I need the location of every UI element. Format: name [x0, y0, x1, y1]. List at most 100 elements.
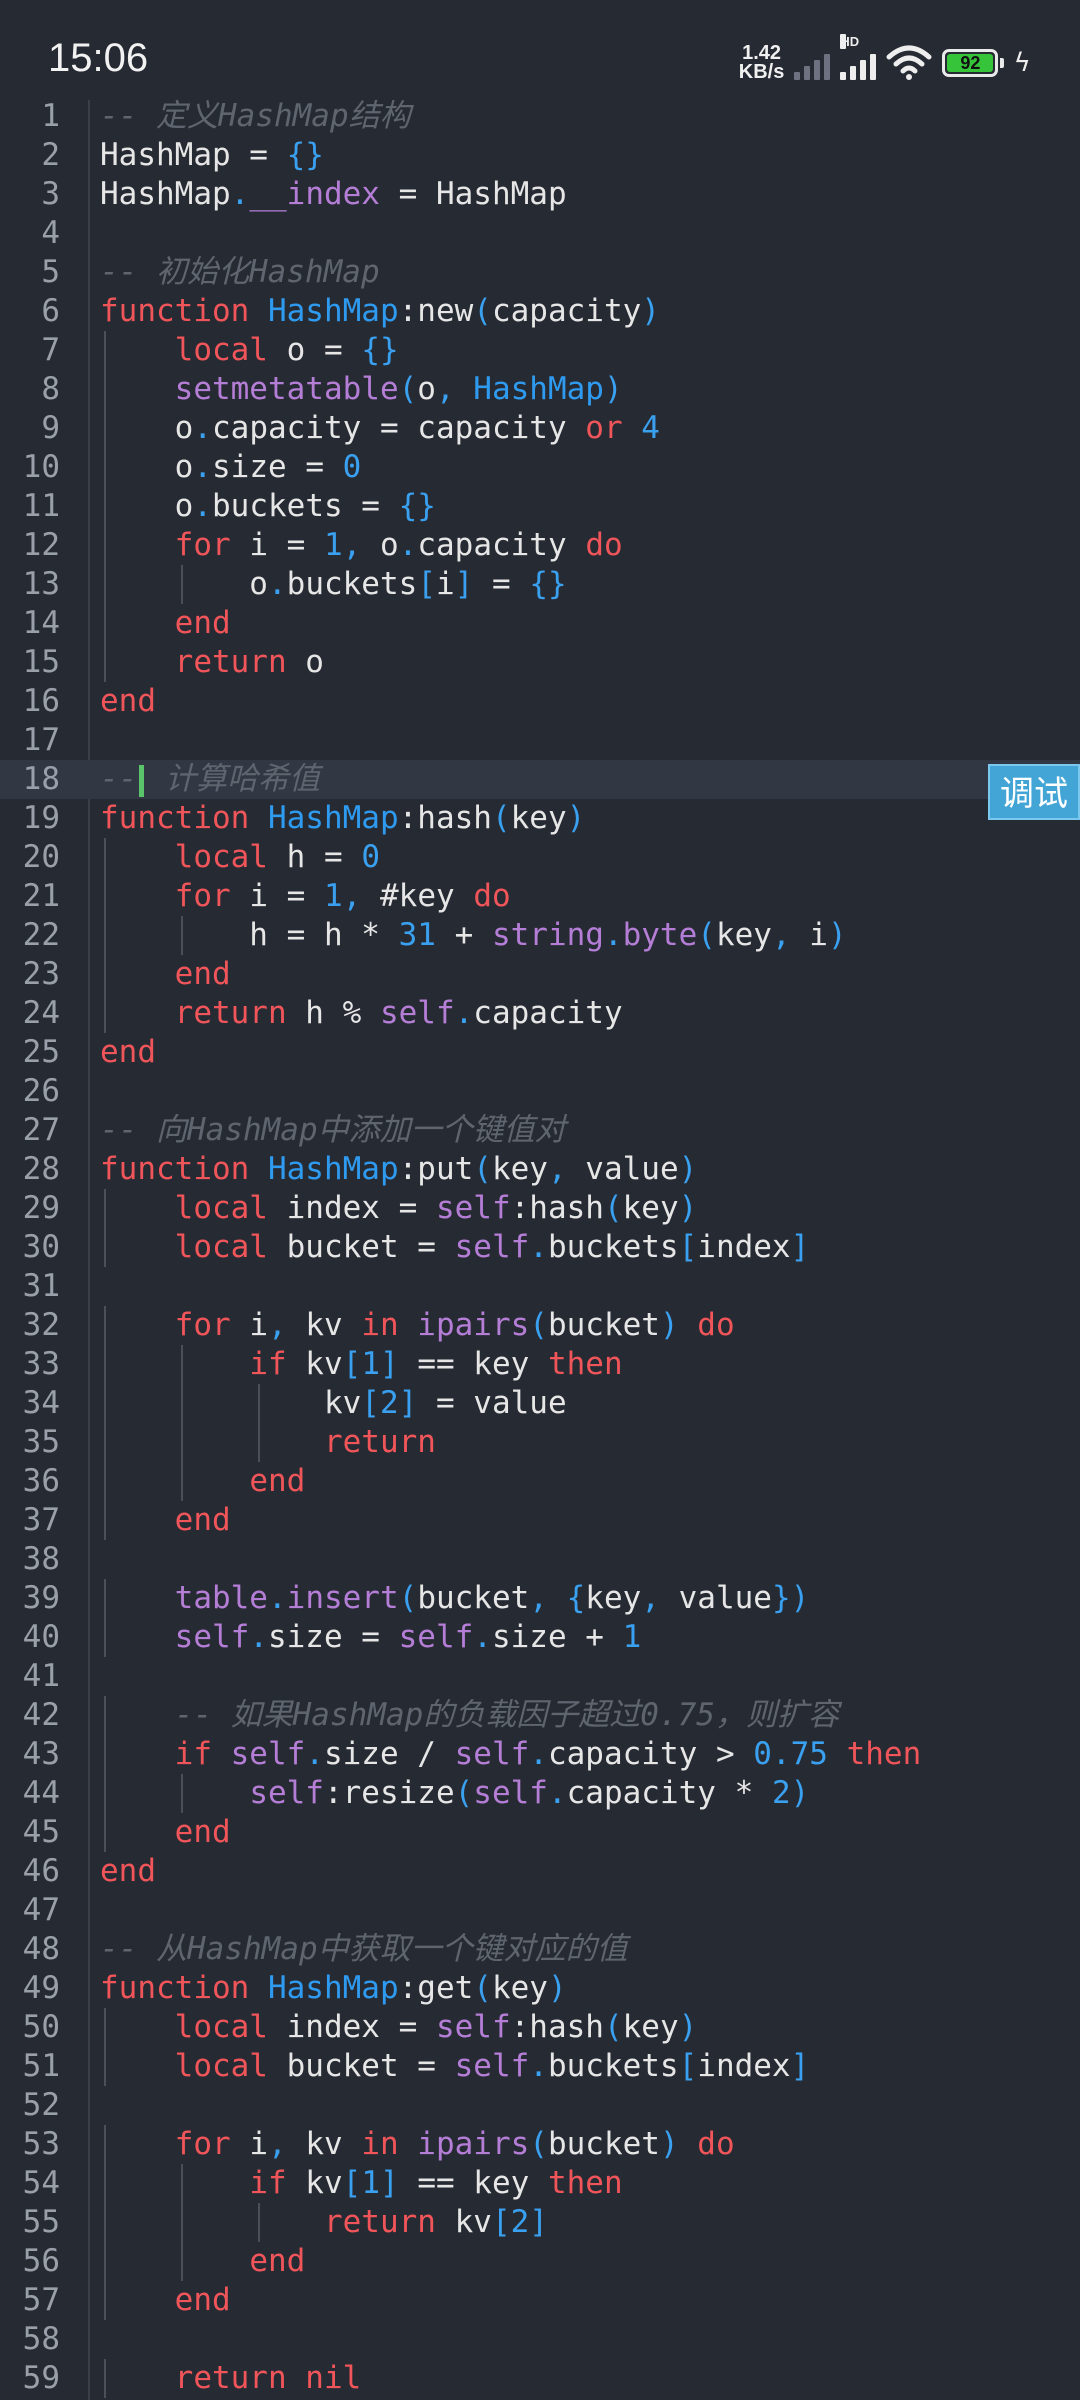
code-token: ) — [678, 1190, 698, 1226]
code-text: return nil — [100, 2359, 362, 2398]
code-line[interactable]: 37 end — [0, 1501, 1080, 1540]
code-line[interactable]: 15 return o — [0, 643, 1080, 682]
code-line[interactable]: 29 local index = self:hash(key) — [0, 1189, 1080, 1228]
code-text: function HashMap:get(key) — [100, 1969, 567, 2008]
code-line[interactable]: 28 function HashMap:put(key, value) — [0, 1150, 1080, 1189]
code-line[interactable]: 21 for i = 1, #key do — [0, 877, 1080, 916]
code-line[interactable]: 19 function HashMap:hash(key) — [0, 799, 1080, 838]
indent-guide — [181, 1384, 184, 1423]
code-token: capacity = capacity — [212, 410, 586, 446]
code-token: capacity — [417, 527, 586, 563]
code-line[interactable]: 24 return h % self.capacity — [0, 994, 1080, 1033]
code-token: = — [473, 566, 530, 602]
code-line[interactable]: 43 if self.size / self.capacity > 0.75 t… — [0, 1735, 1080, 1774]
code-line[interactable]: 9 o.capacity = capacity or 4 — [0, 409, 1080, 448]
code-line[interactable]: 58 — [0, 2320, 1080, 2359]
indent-guide — [104, 409, 106, 448]
code-token: . — [529, 1229, 548, 1265]
code-line[interactable]: 52 — [0, 2086, 1080, 2125]
code-line[interactable]: 38 — [0, 1540, 1080, 1579]
code-line[interactable]: 34 kv[2] = value — [0, 1384, 1080, 1423]
code-token: HashMap = — [100, 137, 287, 173]
code-line[interactable]: 35 return — [0, 1423, 1080, 1462]
code-token: size + — [491, 1619, 623, 1655]
code-text: function HashMap:put(key, value) — [100, 1150, 697, 1189]
code-line[interactable]: 50 local index = self:hash(key) — [0, 2008, 1080, 2047]
code-token: ) — [678, 1151, 698, 1187]
code-text: for i, kv in ipairs(bucket) do — [100, 2125, 735, 2164]
code-line[interactable]: 46 end — [0, 1852, 1080, 1891]
code-token: -- 初始化HashMap — [100, 254, 380, 290]
code-editor[interactable]: 1 -- 定义HashMap结构 2 HashMap = {} 3 HashMap.__i… — [0, 97, 1080, 2398]
indent-guide — [104, 916, 106, 955]
code-line[interactable]: 26 — [0, 1072, 1080, 1111]
code-line[interactable]: 18 -- 计算哈希值 — [0, 760, 1080, 799]
code-token: end — [174, 956, 231, 992]
code-line[interactable]: 55 return kv[2] — [0, 2203, 1080, 2242]
code-line[interactable]: 54 if kv[1] == key then — [0, 2164, 1080, 2203]
code-line[interactable]: 12 for i = 1, o.capacity do — [0, 526, 1080, 565]
code-token: . — [529, 2048, 548, 2084]
code-line[interactable]: 22 h = h * 31 + string.byte(key, i) — [0, 916, 1080, 955]
code-line[interactable]: 40 self.size = self.size + 1 — [0, 1618, 1080, 1657]
code-line[interactable]: 59 return nil — [0, 2359, 1080, 2398]
code-line[interactable]: 51 local bucket = self.buckets[index] — [0, 2047, 1080, 2086]
code-line[interactable]: 5 -- 初始化HashMap — [0, 253, 1080, 292]
code-line[interactable]: 45 end — [0, 1813, 1080, 1852]
code-token: [ — [361, 1385, 380, 1421]
code-line[interactable]: 47 — [0, 1891, 1080, 1930]
code-line[interactable]: 39 table.insert(bucket, {key, value}) — [0, 1579, 1080, 1618]
code-line[interactable]: 32 for i, kv in ipairs(bucket) do — [0, 1306, 1080, 1345]
code-line[interactable]: 10 o.size = 0 — [0, 448, 1080, 487]
code-line[interactable]: 57 end — [0, 2281, 1080, 2320]
code-text: function HashMap:new(capacity) — [100, 292, 660, 331]
code-line[interactable]: 41 — [0, 1657, 1080, 1696]
code-line[interactable]: 53 for i, kv in ipairs(bucket) do — [0, 2125, 1080, 2164]
code-line[interactable]: 30 local bucket = self.buckets[index] — [0, 1228, 1080, 1267]
line-number: 34 — [22, 1385, 60, 1421]
wifi-icon — [886, 45, 932, 80]
code-line[interactable]: 31 — [0, 1267, 1080, 1306]
indent-guide — [104, 2359, 106, 2398]
code-line[interactable]: 20 local h = 0 — [0, 838, 1080, 877]
code-token: :hash — [510, 1190, 604, 1226]
code-line[interactable]: 14 end — [0, 604, 1080, 643]
code-line[interactable]: 56 end — [0, 2242, 1080, 2281]
code-token: in — [361, 2126, 399, 2162]
code-line[interactable]: 1 -- 定义HashMap结构 — [0, 97, 1080, 136]
code-line[interactable]: 33 if kv[1] == key then — [0, 1345, 1080, 1384]
code-token: self — [473, 1775, 548, 1811]
code-token: {} — [286, 137, 324, 173]
code-line[interactable]: 11 o.buckets = {} — [0, 487, 1080, 526]
code-line[interactable]: 23 end — [0, 955, 1080, 994]
code-line[interactable]: 13 o.buckets[i] = {} — [0, 565, 1080, 604]
code-line[interactable]: 27 -- 向HashMap中添加一个键值对 — [0, 1111, 1080, 1150]
code-line[interactable]: 25 end — [0, 1033, 1080, 1072]
code-line[interactable]: 17 — [0, 721, 1080, 760]
code-text: local index = self:hash(key) — [100, 1189, 698, 1228]
code-line[interactable]: 3 HashMap.__index = HashMap — [0, 175, 1080, 214]
code-text: o.buckets[i] = {} — [100, 565, 567, 604]
debug-button[interactable]: 调试 — [988, 764, 1080, 820]
code-token: i — [230, 2126, 268, 2162]
code-line[interactable]: 36 end — [0, 1462, 1080, 1501]
code-line[interactable]: 2 HashMap = {} — [0, 136, 1080, 175]
code-text: -- 初始化HashMap — [100, 253, 380, 292]
code-token: == key — [398, 2165, 548, 2201]
code-token: . — [454, 995, 474, 1031]
code-line[interactable]: 44 self:resize(self.capacity * 2) — [0, 1774, 1080, 1813]
code-line[interactable]: 8 setmetatable(o, HashMap) — [0, 370, 1080, 409]
code-line[interactable]: 42 -- 如果HashMap的负载因子超过0.75，则扩容 — [0, 1696, 1080, 1735]
code-line[interactable]: 48 -- 从HashMap中获取一个键对应的值 — [0, 1930, 1080, 1969]
code-token: {} — [529, 566, 567, 602]
code-line[interactable]: 16 end — [0, 682, 1080, 721]
code-line[interactable]: 6 function HashMap:new(capacity) — [0, 292, 1080, 331]
code-token: kv — [435, 2204, 492, 2240]
code-token: ( — [603, 2009, 623, 2045]
code-line[interactable]: 4 — [0, 214, 1080, 253]
code-line[interactable]: 49 function HashMap:get(key) — [0, 1969, 1080, 2008]
code-token: . — [305, 1736, 324, 1772]
code-line[interactable]: 7 local o = {} — [0, 331, 1080, 370]
